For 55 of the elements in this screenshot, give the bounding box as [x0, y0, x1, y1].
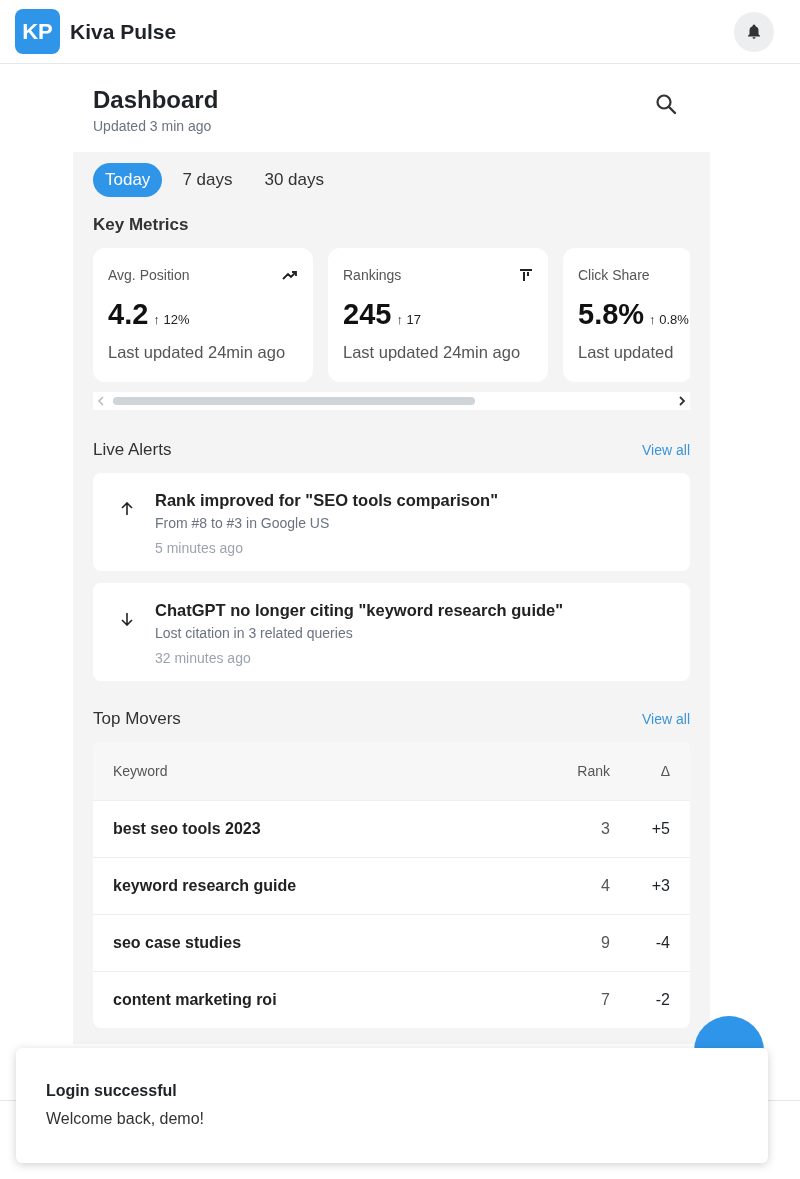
- metric-label: Click Share: [578, 267, 650, 283]
- metric-footer: Last updated: [578, 343, 690, 362]
- column-header: Rank: [576, 763, 610, 779]
- metric-footer: Last updated 24min ago: [343, 343, 533, 362]
- toast-title: Login successful: [46, 1082, 178, 1100]
- alert-detail: From #8 to #3 in Google US: [155, 515, 331, 531]
- metric-change: ↑ 17: [396, 312, 421, 327]
- horizontal-scrollbar[interactable]: [93, 392, 690, 410]
- table-cell-text: best seo tools 2023: [113, 820, 262, 838]
- metric-value: 245: [343, 298, 392, 331]
- toast-message: Welcome back, demo!: [46, 1110, 205, 1128]
- alert-title: Rank improved for "SEO tools comparison": [155, 491, 498, 510]
- arrow-up-icon: [121, 502, 133, 516]
- table-cell-text: content marketing roi: [113, 991, 278, 1009]
- arrow-down-icon: [121, 612, 133, 626]
- table-cell-text: -2: [654, 991, 670, 1009]
- alert-card[interactable]: Rank improved for "SEO tools comparison" From #8 to #3 in Google US 5 minutes ago: [93, 473, 690, 571]
- period-tab[interactable]: 30 days: [252, 163, 336, 197]
- column-header: Keyword: [113, 763, 169, 779]
- metric-change: ↑ 0.8%: [649, 312, 689, 327]
- bell-icon: [745, 22, 763, 41]
- table-cell-text: 7: [600, 991, 610, 1009]
- page-title: Dashboard: [93, 86, 219, 114]
- table-cell-text: 9: [600, 934, 610, 952]
- chart-bar-icon: [519, 268, 533, 282]
- app-logo: KP: [15, 9, 60, 54]
- metric-value: 5.8%: [578, 298, 645, 331]
- trending-up-icon: [282, 269, 298, 281]
- period-tab[interactable]: 7 days: [170, 163, 245, 197]
- table-cell-text: -4: [654, 934, 670, 952]
- table-cell-text: keyword research guide: [113, 877, 298, 895]
- alert-detail: Lost citation in 3 related queries: [155, 625, 354, 641]
- search-icon[interactable]: [654, 92, 678, 116]
- section-title: Top Movers: [93, 709, 181, 729]
- app-name: Kiva Pulse: [70, 19, 178, 44]
- alert-time: 32 minutes ago: [155, 650, 252, 666]
- metric-footer: Last updated 24min ago: [108, 343, 298, 362]
- table-cell-text: 3: [600, 820, 610, 838]
- table-cell-text: +3: [650, 877, 670, 895]
- table-cell-text: 4: [600, 877, 610, 895]
- section-title: Live Alerts: [93, 440, 172, 460]
- alert-title: ChatGPT no longer citing "keyword research guide": [155, 601, 564, 620]
- metric-label: Rankings: [343, 267, 402, 283]
- metric-label: Avg. Position: [108, 267, 190, 283]
- table-cell-text: +5: [650, 820, 670, 838]
- notifications-button[interactable]: [734, 11, 774, 52]
- scroll-right-icon[interactable]: [678, 396, 686, 406]
- alert-card[interactable]: ChatGPT no longer citing "keyword research guide" Lost citation in 3 related queries 32 minutes ago: [93, 583, 690, 681]
- metric-value: 4.2: [108, 298, 149, 331]
- section-title: Key Metrics: [93, 215, 190, 235]
- page-subtitle: Updated 3 min ago: [93, 118, 213, 134]
- metric-change: ↑ 12%: [153, 312, 190, 327]
- column-header: Δ: [659, 763, 670, 779]
- alert-time: 5 minutes ago: [155, 540, 244, 556]
- table-cell-text: seo case studies: [113, 934, 243, 952]
